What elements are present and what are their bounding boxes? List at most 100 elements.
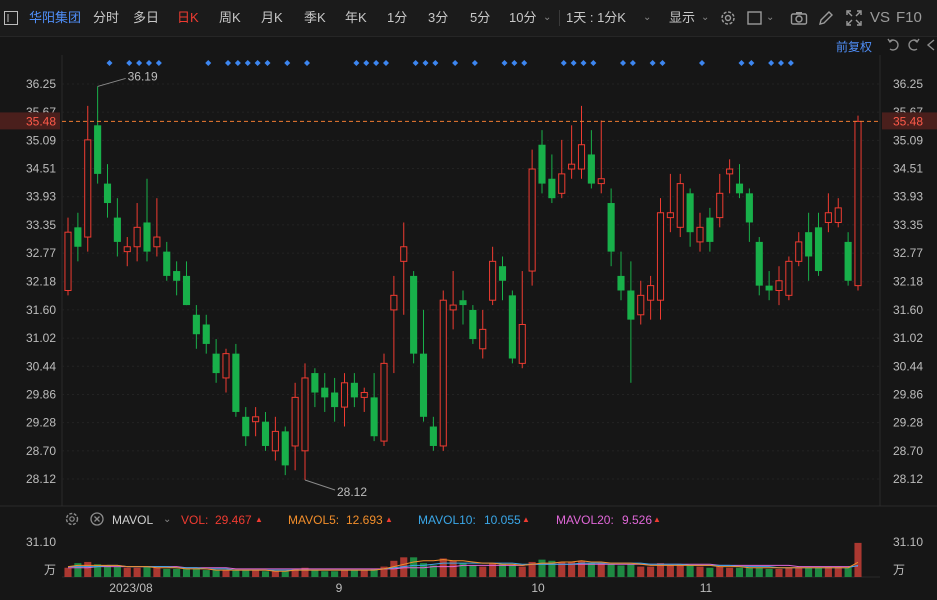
redo-icon[interactable]: [905, 37, 921, 53]
info-marker-icon: [511, 60, 518, 66]
candle: [281, 426, 289, 476]
candle: [232, 343, 240, 417]
volume-bar: [666, 565, 674, 577]
volume-bar: [281, 571, 289, 577]
display-chevron-down-icon[interactable]: ⌄: [701, 0, 711, 36]
indicator-name[interactable]: MAVOL: [112, 507, 153, 533]
volume-bar: [261, 571, 270, 577]
volume-bar: [84, 561, 92, 577]
candle-body-down: [350, 382, 358, 398]
price-tick-left: 35.67: [26, 105, 56, 119]
candle-body-up: [854, 120, 862, 287]
tab-period-10min[interactable]: 10分: [509, 0, 536, 36]
low-price-label: 28.12: [337, 485, 367, 499]
candle-body-up: [676, 183, 684, 228]
indicator-chevron-down-icon[interactable]: ⌄: [163, 507, 171, 533]
candle: [291, 382, 299, 471]
price-tick-right: 28.70: [893, 444, 923, 458]
candle-body-up: [380, 362, 388, 442]
tab-period-daily[interactable]: 日K: [177, 0, 199, 36]
volume-bar: [271, 571, 279, 577]
candle-body-up: [449, 304, 457, 311]
indicator-close-icon[interactable]: [89, 511, 105, 527]
layout-chevron-down-icon[interactable]: ⌄: [766, 0, 776, 36]
tab-period-intraday[interactable]: 分时: [93, 0, 119, 36]
candle: [380, 353, 388, 446]
period-more-chevron-icon[interactable]: ⌄: [543, 0, 553, 36]
candle: [311, 368, 319, 408]
candle: [706, 207, 714, 252]
candle: [261, 411, 270, 451]
interval-chevron-down-icon[interactable]: ⌄: [643, 0, 653, 36]
candle: [192, 305, 200, 349]
price-tick-left: 35.09: [26, 133, 56, 147]
candle: [508, 290, 516, 364]
interval-select[interactable]: 1天 : 1分K: [566, 0, 626, 36]
volume-bar: [587, 563, 595, 577]
volume-bar: [340, 570, 349, 577]
candle: [518, 271, 526, 369]
candle: [103, 164, 112, 218]
fullscreen-icon[interactable]: [845, 9, 863, 27]
tab-period-multiday[interactable]: 多日: [133, 0, 159, 36]
candle-body-down: [212, 353, 220, 374]
indicator-settings-gear-icon[interactable]: [64, 511, 80, 527]
stock-name[interactable]: 华阳集团: [29, 0, 81, 36]
tab-period-1min[interactable]: 1分: [387, 0, 407, 36]
info-marker-icon: [570, 60, 577, 66]
top-toolbar: 华阳集团 分时 多日 日K 周K 月K 季K 年K 1分 3分 5分 10分 ⌄…: [0, 0, 937, 37]
tab-period-3min[interactable]: 3分: [428, 0, 448, 36]
candle: [390, 275, 398, 374]
settings-gear-icon[interactable]: [719, 9, 737, 27]
tab-period-monthly[interactable]: 月K: [261, 0, 283, 36]
volume-chart: 31.10 31.10 万 万: [26, 535, 923, 578]
info-marker-icon: [620, 60, 626, 66]
candle: [844, 232, 852, 286]
price-tick-right: 32.18: [893, 275, 923, 289]
volume-bar: [716, 566, 724, 577]
undo-icon[interactable]: [886, 37, 902, 53]
price-tick-right: 35.09: [893, 133, 923, 147]
candle: [686, 188, 694, 247]
candle: [350, 373, 358, 408]
camera-icon[interactable]: [790, 9, 808, 27]
display-menu[interactable]: 显示: [669, 0, 695, 36]
price-adjust-mode[interactable]: 前复权: [836, 38, 872, 55]
price-tick-right: 36.25: [893, 77, 923, 91]
compare-button[interactable]: VS: [870, 0, 890, 36]
volume-bar: [814, 567, 823, 577]
info-marker-icon: [649, 60, 656, 66]
volume-bar: [805, 567, 813, 577]
candle-body-down: [331, 392, 339, 408]
tab-period-5min[interactable]: 5分: [470, 0, 490, 36]
sidebar-toggle-icon[interactable]: [4, 0, 20, 36]
candle-body-up: [400, 246, 408, 262]
tab-period-yearly[interactable]: 年K: [345, 0, 367, 36]
mavol5-label: MAVOL5:: [288, 513, 340, 527]
vol-label: VOL:: [181, 513, 209, 527]
candle-body-down: [321, 387, 329, 398]
candle: [568, 125, 576, 179]
candle-body-up: [390, 294, 398, 311]
layout-square-icon[interactable]: [746, 9, 764, 27]
tab-period-quarterly[interactable]: 季K: [304, 0, 326, 36]
volume-bar: [795, 567, 803, 577]
draw-pencil-icon[interactable]: [817, 9, 835, 27]
info-marker-icon: [629, 60, 636, 66]
x-axis: 2023/08 9 10 11: [109, 581, 712, 595]
candle: [222, 348, 230, 393]
candle: [597, 120, 605, 194]
tab-period-weekly[interactable]: 周K: [219, 0, 241, 36]
volume-bar: [785, 567, 793, 577]
f10-button[interactable]: F10: [896, 0, 922, 36]
candle-body-up: [834, 207, 842, 223]
candle-body-down: [261, 421, 270, 446]
volume-bar: [143, 566, 151, 577]
candle: [696, 212, 704, 252]
info-marker-icon: [146, 60, 152, 66]
candle: [627, 261, 635, 383]
volume-bar: [528, 561, 536, 577]
mavol10-value: 10.055: [484, 513, 521, 527]
expand-panel-icon[interactable]: [924, 37, 937, 53]
candle-body-up: [301, 377, 309, 452]
